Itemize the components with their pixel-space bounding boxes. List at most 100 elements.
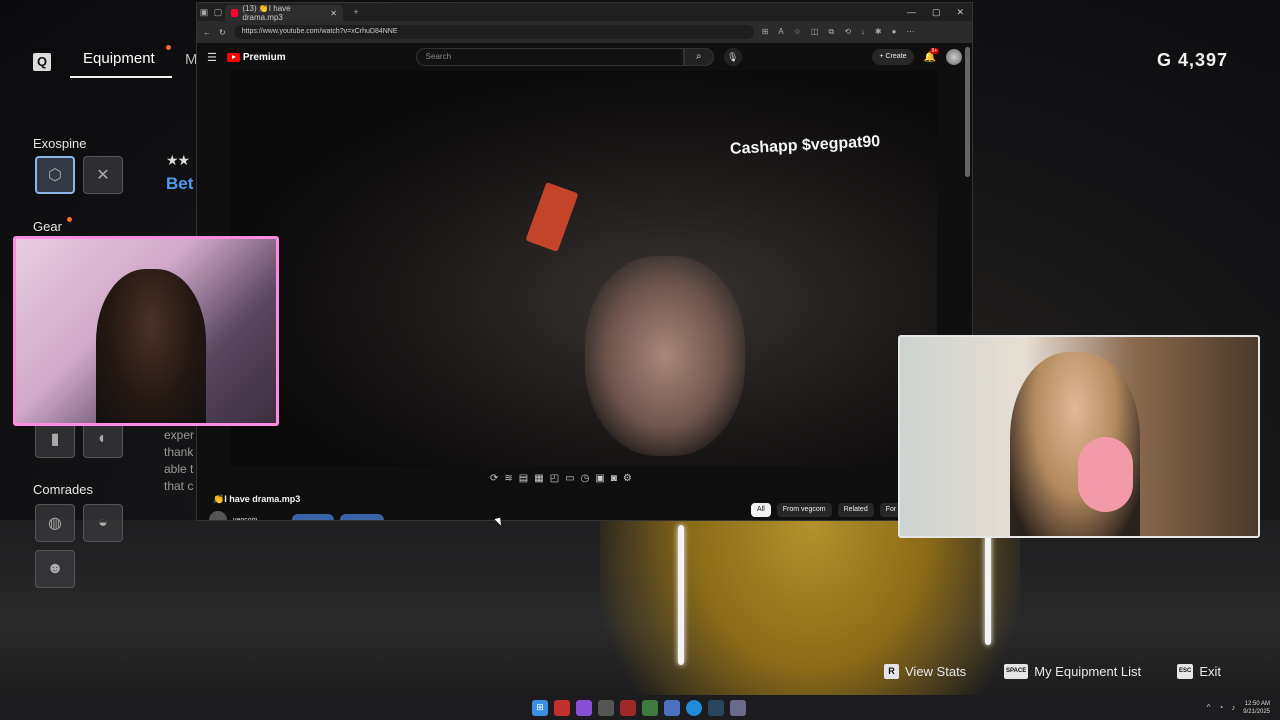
clock-date: 9/21/2025 bbox=[1243, 708, 1270, 715]
gear-item-icon: ▮ bbox=[50, 431, 60, 448]
edge-icon[interactable] bbox=[686, 699, 702, 716]
key-badge: R bbox=[884, 664, 899, 679]
workspaces-icon[interactable]: ▣ bbox=[197, 7, 211, 18]
tab-equipment[interactable]: Equipment bbox=[83, 50, 155, 67]
mode-icon[interactable]: ▤ bbox=[519, 473, 528, 484]
download-icon[interactable]: ↓ bbox=[861, 27, 865, 37]
wifi-icon[interactable]: ◔ bbox=[1218, 703, 1223, 712]
notification-badge: 9+ bbox=[929, 47, 940, 54]
hamburger-icon[interactable]: ☰ bbox=[207, 51, 217, 64]
comrade-slot[interactable]: ☻ bbox=[35, 550, 75, 588]
exospine-slot-selected[interactable]: ⬡ bbox=[35, 156, 75, 194]
tab-actions-icon[interactable]: ▢ bbox=[211, 7, 225, 18]
history-icon[interactable]: ⟲ bbox=[844, 27, 851, 37]
screenshot-icon[interactable]: ◙ bbox=[611, 473, 617, 484]
browser-tab[interactable]: (13) 👏I have drama.mp3 ✕ bbox=[225, 4, 343, 22]
tab-active-underline bbox=[70, 76, 172, 78]
new-tab-icon[interactable]: + bbox=[349, 7, 363, 17]
app-icon[interactable] bbox=[620, 699, 636, 716]
app-icon[interactable] bbox=[554, 699, 570, 716]
item-title: Bet bbox=[166, 174, 194, 193]
section-exospine: Exospine bbox=[33, 136, 87, 151]
subscribe-button[interactable] bbox=[339, 514, 384, 520]
close-icon[interactable]: ✕ bbox=[956, 7, 964, 18]
app-icon[interactable] bbox=[730, 699, 746, 716]
channel-name[interactable]: vegcom bbox=[233, 517, 258, 521]
chip-from-channel[interactable]: From vegcom bbox=[776, 503, 832, 517]
key-q-badge[interactable]: Q bbox=[33, 53, 51, 71]
refresh-icon[interactable]: ↻ bbox=[219, 28, 226, 37]
app-icon[interactable] bbox=[598, 699, 614, 716]
extension-icon[interactable]: ⊞ bbox=[762, 27, 769, 37]
join-button[interactable] bbox=[291, 514, 334, 520]
key-badge: ESC bbox=[1177, 664, 1194, 679]
theater-icon[interactable]: ▭ bbox=[565, 473, 574, 484]
browser-window[interactable]: ▣ ▢ (13) 👏I have drama.mp3 ✕ + — ▢ ✕ ← ↻… bbox=[196, 2, 973, 521]
speed-icon[interactable]: ◷ bbox=[581, 473, 590, 484]
profile-icon[interactable]: ● bbox=[892, 27, 897, 37]
avatar[interactable] bbox=[946, 49, 962, 65]
favorite-star-icon[interactable]: ☆ bbox=[794, 27, 801, 37]
settings-gear-icon[interactable]: ⚙ bbox=[623, 473, 632, 484]
tray-chevron-icon[interactable]: ^ bbox=[1207, 703, 1211, 712]
streamer-person bbox=[96, 269, 206, 423]
section-comrades: Comrades bbox=[33, 482, 93, 497]
more-icon[interactable]: ⋯ bbox=[906, 27, 914, 37]
youtube-favicon-icon bbox=[231, 9, 239, 17]
action-equipment-list[interactable]: SPACE My Equipment List bbox=[1004, 664, 1141, 679]
search-input[interactable]: Search bbox=[415, 48, 684, 66]
app-icon[interactable] bbox=[576, 699, 592, 716]
comrade-slot[interactable]: ◒ bbox=[83, 504, 123, 542]
currency-balance: G 4,397 bbox=[1156, 50, 1228, 70]
collections-icon[interactable]: ⧉ bbox=[828, 27, 834, 37]
browser-toolbar-icons: ⊞ A ☆ ◫ ⧉ ⟲ ↓ ✱ ● ⋯ bbox=[762, 27, 915, 37]
back-icon[interactable]: ← bbox=[203, 28, 211, 37]
read-aloud-icon[interactable]: A bbox=[778, 27, 783, 37]
subtitle-icon[interactable]: ▣ bbox=[595, 473, 604, 484]
chip-all[interactable]: All bbox=[751, 503, 771, 517]
exospine-slot[interactable]: ✕ bbox=[83, 156, 123, 194]
split-icon[interactable]: ◫ bbox=[811, 27, 819, 37]
gear-item-icon: ◐ bbox=[98, 430, 108, 447]
minimize-icon[interactable]: — bbox=[907, 7, 916, 18]
create-label: Create bbox=[885, 53, 907, 60]
action-view-stats[interactable]: R View Stats bbox=[884, 664, 966, 679]
video-controls: ⟳ ≋ ▤ ▦ ◰ ▭ ◷ ▣ ◙ ⚙ bbox=[490, 469, 632, 487]
hexagon-x-icon: ✕ bbox=[96, 167, 110, 184]
taskbar-apps: ⊞ bbox=[532, 699, 746, 716]
action-label: View Stats bbox=[905, 664, 967, 679]
comrade-icon: ◒ bbox=[98, 514, 108, 531]
item-rating: ★★ bbox=[166, 152, 190, 168]
gear-notification-dot bbox=[67, 217, 72, 222]
volume-icon[interactable]: ♪ bbox=[1231, 703, 1235, 712]
comrade-slot[interactable]: ◍ bbox=[35, 504, 75, 542]
app-icon[interactable] bbox=[664, 699, 680, 716]
audio-icon[interactable]: ≋ bbox=[504, 473, 512, 484]
action-exit[interactable]: ESC Exit bbox=[1177, 664, 1221, 679]
pip-icon[interactable]: ◰ bbox=[550, 473, 559, 484]
video-player[interactable]: Cashapp $vegpat90 bbox=[230, 71, 937, 466]
app-icon[interactable] bbox=[642, 699, 658, 716]
scrollbar[interactable] bbox=[965, 47, 970, 177]
mic-icon[interactable]: 🎙 bbox=[723, 48, 742, 66]
clock[interactable]: 12:50 AM 9/21/2025 bbox=[1243, 700, 1270, 716]
start-icon[interactable]: ⊞ bbox=[532, 699, 548, 716]
puzzle-icon[interactable]: ✱ bbox=[875, 27, 882, 37]
hanging-card bbox=[525, 182, 579, 252]
youtube-logo[interactable]: Premium bbox=[226, 52, 286, 63]
channel-avatar[interactable] bbox=[209, 511, 227, 520]
steam-icon[interactable] bbox=[708, 699, 724, 716]
url-field[interactable]: https://www.youtube.com/watch?v=xCrhuD84… bbox=[233, 25, 754, 39]
tab-title: (13) 👏I have drama.mp3 bbox=[242, 4, 291, 22]
chip-related[interactable]: Related bbox=[837, 503, 874, 517]
browser-tab-bar: ▣ ▢ (13) 👏I have drama.mp3 ✕ + — ▢ ✕ bbox=[197, 3, 972, 22]
close-tab-icon[interactable]: ✕ bbox=[330, 9, 337, 18]
frame-icon[interactable]: ▦ bbox=[534, 473, 543, 484]
action-label: My Equipment List bbox=[1034, 664, 1142, 679]
maximize-icon[interactable]: ▢ bbox=[932, 7, 941, 18]
hexagon-icon: ⬡ bbox=[48, 167, 62, 184]
create-button[interactable]: + Create bbox=[872, 49, 914, 65]
loop-icon[interactable]: ⟳ bbox=[490, 473, 498, 484]
search-icon[interactable]: ⌕ bbox=[683, 48, 714, 66]
bell-icon[interactable]: 🔔 9+ bbox=[924, 47, 940, 63]
